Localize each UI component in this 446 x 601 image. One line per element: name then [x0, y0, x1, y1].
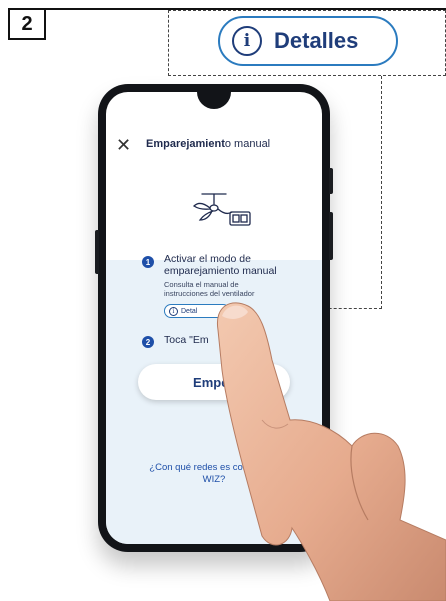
phone-side-button: [329, 168, 333, 194]
step-1-badge: 1: [142, 256, 154, 268]
phone-side-button: [329, 212, 333, 260]
details-button-zoomed[interactable]: i Detalles: [218, 16, 398, 66]
ceiling-fan-with-remote-icon: [192, 193, 251, 226]
page-title-rest: o manual: [224, 138, 271, 150]
step-1-title: Activar el modo de emparejamiento manual: [164, 253, 277, 277]
step-number-box: 2: [8, 8, 46, 40]
phone-side-button: [95, 230, 99, 274]
start-button-label: Empez: [193, 374, 235, 390]
close-icon[interactable]: ✕: [116, 136, 131, 154]
phone-screen: ✕ Emparejamiento manual 1 Activar el mod…: [106, 92, 322, 544]
compatible-networks-link[interactable]: ¿Con qué redes es compatible WIZ?: [146, 462, 282, 486]
step-1-description: Consulta el manual de instrucciones del …: [164, 280, 255, 298]
details-label: Detalles: [274, 28, 359, 53]
phone-notch: [197, 92, 231, 109]
info-icon: i: [232, 26, 262, 56]
callout-connector-vertical: [381, 76, 382, 309]
page-title: Emparejamiento manual: [146, 138, 270, 150]
start-button[interactable]: Empez: [138, 364, 290, 400]
details-button[interactable]: i Detal: [164, 304, 230, 318]
step-number: 2: [21, 12, 33, 35]
page-title-bold: Emparejamient: [146, 138, 225, 150]
screen-content-background: [106, 260, 322, 544]
step-2-badge: 2: [142, 336, 154, 348]
step-2-text: Toca "Em: [164, 334, 209, 346]
details-button-label: Detal: [181, 307, 198, 315]
info-icon: i: [169, 306, 178, 316]
